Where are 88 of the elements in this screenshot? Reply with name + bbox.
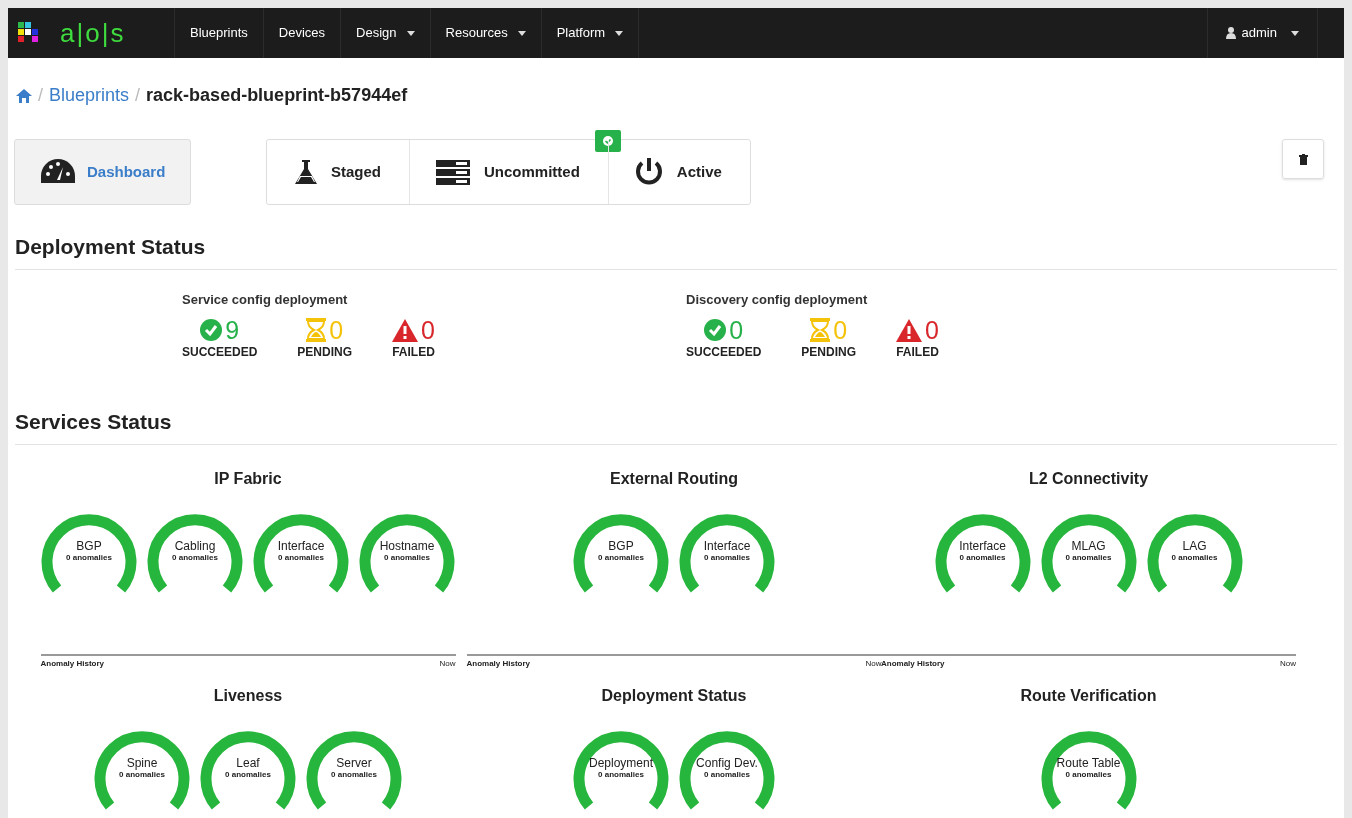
section-heading: Deployment Status bbox=[15, 231, 1337, 270]
gauge-label: Server bbox=[336, 755, 372, 770]
dashboard-tab[interactable]: Dashboard bbox=[14, 139, 191, 205]
gauge-label: Interface bbox=[277, 538, 325, 553]
gauge-count: 0 anomalies bbox=[384, 552, 430, 563]
gauge-count: 0 anomalies bbox=[1065, 552, 1112, 563]
stat-value: 0 bbox=[329, 317, 344, 343]
gauge-count: 0 anomalies bbox=[1065, 769, 1112, 780]
gauge-count: 0 anomalies bbox=[119, 769, 165, 780]
stat-value: 0 bbox=[729, 317, 744, 343]
stat-label: PENDING bbox=[801, 344, 857, 361]
gauge-label: Spine bbox=[126, 755, 158, 770]
breadcrumb-link[interactable]: Blueprints bbox=[49, 82, 130, 109]
power-icon bbox=[634, 158, 663, 186]
user-menu[interactable]: admin bbox=[1206, 8, 1318, 58]
gauge-label: BGP bbox=[76, 538, 102, 553]
breadcrumb-separator: / bbox=[135, 84, 141, 107]
gauge-count: 0 anomalies bbox=[1171, 552, 1218, 563]
axis-label: Anomaly History bbox=[40, 657, 105, 670]
warning-icon bbox=[392, 318, 419, 342]
gauge-icon bbox=[41, 159, 75, 185]
breadcrumb-separator: / bbox=[38, 84, 43, 107]
server-icon bbox=[436, 159, 470, 185]
stat-value: 0 bbox=[925, 317, 939, 343]
caret-icon bbox=[1291, 30, 1299, 36]
gauge-count: 0 anomalies bbox=[704, 769, 750, 780]
home-icon[interactable] bbox=[16, 88, 32, 103]
gauge-label: Deployment bbox=[589, 755, 653, 770]
gauge-label: Route Table bbox=[1056, 755, 1121, 770]
nav-item[interactable]: Blueprints bbox=[175, 8, 264, 58]
group-title: IP Fabric bbox=[214, 468, 282, 489]
gauge-label: MLAG bbox=[1071, 538, 1106, 553]
gauge-label: Interface bbox=[959, 538, 1006, 553]
axis-label: Anomaly History bbox=[881, 657, 945, 670]
axis-label: Anomaly History bbox=[466, 657, 531, 670]
gauge-count: 0 anomalies bbox=[598, 769, 644, 780]
check-circle-icon bbox=[200, 319, 223, 341]
gauge-label: Config Dev. bbox=[696, 755, 758, 770]
hourglass-icon bbox=[810, 318, 831, 342]
nav-item[interactable]: Design bbox=[341, 8, 431, 58]
panel-title: Discovery config deployment bbox=[686, 290, 869, 309]
gauge-count: 0 anomalies bbox=[959, 552, 1006, 563]
nav-item[interactable]: Resources bbox=[430, 8, 542, 58]
trash-icon bbox=[1298, 153, 1308, 165]
stat-label: FAILED bbox=[392, 344, 435, 361]
flask-icon bbox=[295, 160, 317, 184]
workflow-step[interactable]: Active bbox=[607, 140, 750, 204]
gauge-label: Interface bbox=[703, 538, 751, 553]
breadcrumb-current: rack-based-blueprint-b57944ef bbox=[146, 84, 408, 107]
stat-label: SUCCEEDED bbox=[182, 344, 258, 361]
gauge-count: 0 anomalies bbox=[172, 552, 218, 563]
gauge-label: BGP bbox=[608, 538, 634, 553]
stat-label: SUCCEEDED bbox=[686, 344, 762, 361]
stat-value: 0 bbox=[833, 317, 848, 343]
gauge-count: 0 anomalies bbox=[331, 769, 377, 780]
warning-icon bbox=[896, 318, 923, 342]
group-title: Liveness bbox=[213, 685, 283, 706]
workflow-step[interactable]: Staged bbox=[267, 140, 409, 204]
delete-button[interactable] bbox=[1282, 139, 1324, 179]
group-title: Route Verification bbox=[1020, 685, 1157, 706]
logo-text: a|o|s bbox=[60, 20, 126, 46]
gauge-label: Hostname bbox=[379, 538, 435, 553]
stat-value: 0 bbox=[421, 317, 435, 343]
gauge-label: Cabling bbox=[174, 538, 216, 553]
nav-item[interactable]: Platform bbox=[541, 8, 640, 58]
stat-value: 9 bbox=[225, 317, 240, 343]
gauge-count: 0 anomalies bbox=[66, 552, 112, 563]
logo-icon bbox=[18, 22, 40, 44]
gauge-count: 0 anomalies bbox=[225, 769, 271, 780]
gauge-count: 0 anomalies bbox=[278, 552, 324, 563]
group-title: L2 Connectivity bbox=[1028, 468, 1149, 489]
hourglass-icon bbox=[306, 318, 327, 342]
user-icon bbox=[1225, 27, 1236, 39]
gauge-label: Leaf bbox=[236, 755, 260, 770]
stat-label: PENDING bbox=[297, 344, 353, 361]
gauge-label: LAG bbox=[1182, 538, 1207, 553]
axis-label: Now bbox=[1280, 657, 1296, 670]
section-heading: Services Status bbox=[15, 406, 1337, 445]
gauge-count: 0 anomalies bbox=[598, 552, 644, 563]
stat-label: FAILED bbox=[896, 344, 939, 361]
group-title: Deployment Status bbox=[601, 685, 747, 706]
check-circle-icon bbox=[704, 319, 727, 341]
panel-title: Service config deployment bbox=[182, 290, 349, 309]
nav-item[interactable]: Devices bbox=[263, 8, 342, 58]
gauge-count: 0 anomalies bbox=[704, 552, 750, 563]
axis-label: Now bbox=[439, 657, 456, 670]
group-title: External Routing bbox=[610, 468, 738, 489]
axis-label: Now bbox=[865, 657, 882, 670]
